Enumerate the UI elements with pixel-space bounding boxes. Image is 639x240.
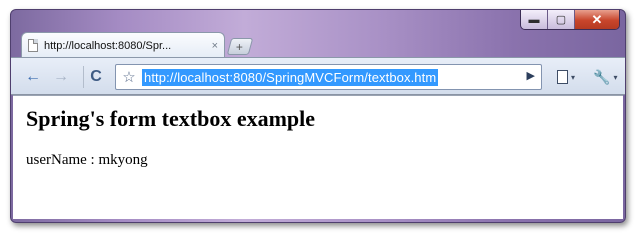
wrench-menu-button[interactable]: 🔧 ▾ <box>593 67 617 87</box>
page-content: Spring's form textbox example userName :… <box>13 95 623 219</box>
back-button[interactable]: ← <box>19 66 47 88</box>
reload-button[interactable]: C <box>83 66 108 88</box>
close-button[interactable]: ✕ <box>575 10 619 29</box>
forward-button[interactable]: → <box>49 66 73 88</box>
address-bar[interactable]: ☆ http://localhost:8080/SpringMVCForm/te… <box>115 64 542 90</box>
browser-tab[interactable]: http://localhost:8080/Spr... × <box>21 32 225 58</box>
chevron-down-icon: ▾ <box>613 72 618 82</box>
forward-arrow-icon: → <box>53 68 69 85</box>
back-arrow-icon: ← <box>25 68 41 85</box>
username-output: userName : mkyong <box>26 152 148 168</box>
page-menu-button[interactable]: ▾ <box>557 67 575 87</box>
window-controls: ▬ ▢ ✕ <box>520 10 620 30</box>
toolbar: ← → C ☆ http://localhost:8080/SpringMVCF… <box>11 57 625 95</box>
plus-icon: + <box>236 39 244 54</box>
bookmark-star-icon[interactable]: ☆ <box>116 68 142 86</box>
url-text[interactable]: http://localhost:8080/SpringMVCForm/text… <box>142 68 439 86</box>
reload-icon: C <box>90 68 102 85</box>
tab-close-icon[interactable]: × <box>212 40 218 52</box>
new-tab-button[interactable]: + <box>226 38 254 55</box>
go-arrow-icon[interactable]: ▶ <box>527 69 535 82</box>
wrench-icon: 🔧 <box>593 68 611 85</box>
browser-window: ▬ ▢ ✕ http://localhost:8080/Spr... × + ←… <box>10 9 626 223</box>
page-icon <box>28 39 38 52</box>
page-heading: Spring's form textbox example <box>26 106 316 131</box>
maximize-button[interactable]: ▢ <box>548 10 575 29</box>
tab-title: http://localhost:8080/Spr... <box>44 39 172 52</box>
chevron-down-icon: ▾ <box>571 72 576 82</box>
minimize-button[interactable]: ▬ <box>521 10 548 29</box>
page-menu-icon <box>557 70 568 84</box>
